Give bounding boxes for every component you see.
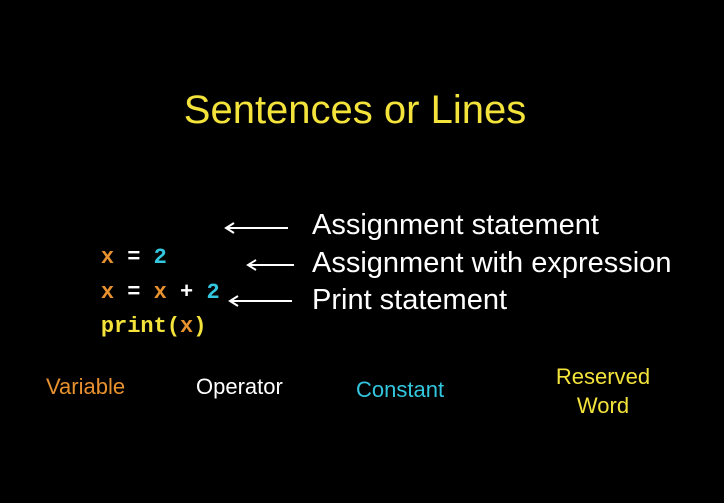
- slide: Sentences or Lines x = 2 Assignment stat…: [0, 0, 724, 503]
- description-print-statement: Print statement: [312, 284, 508, 316]
- code-token-variable: x: [180, 314, 194, 339]
- legend-reserved-line-2: Word: [576, 393, 630, 418]
- legend-operator: Operator: [196, 374, 283, 399]
- code-token-reserved: print: [100, 314, 167, 339]
- legend-reserved-line-1: Reserved: [555, 364, 651, 389]
- left-arrow-icon: [222, 221, 290, 235]
- code-line-3: print(x): [48, 285, 207, 369]
- description-assignment-with-expression: Assignment with expression: [312, 247, 672, 279]
- legend-variable: Variable: [46, 374, 126, 399]
- slide-title: Sentences or Lines: [183, 88, 527, 132]
- code-token-reserved: (: [166, 314, 181, 339]
- left-arrow-icon: [244, 258, 312, 272]
- legend-reserved-word: Reserved Word: [530, 362, 676, 420]
- description-assignment-statement: Assignment statement: [312, 209, 599, 241]
- code-token-constant: 2: [206, 280, 220, 305]
- left-arrow-icon: [226, 294, 294, 308]
- legend-constant: Constant: [356, 377, 445, 402]
- code-token-reserved: ): [193, 314, 207, 339]
